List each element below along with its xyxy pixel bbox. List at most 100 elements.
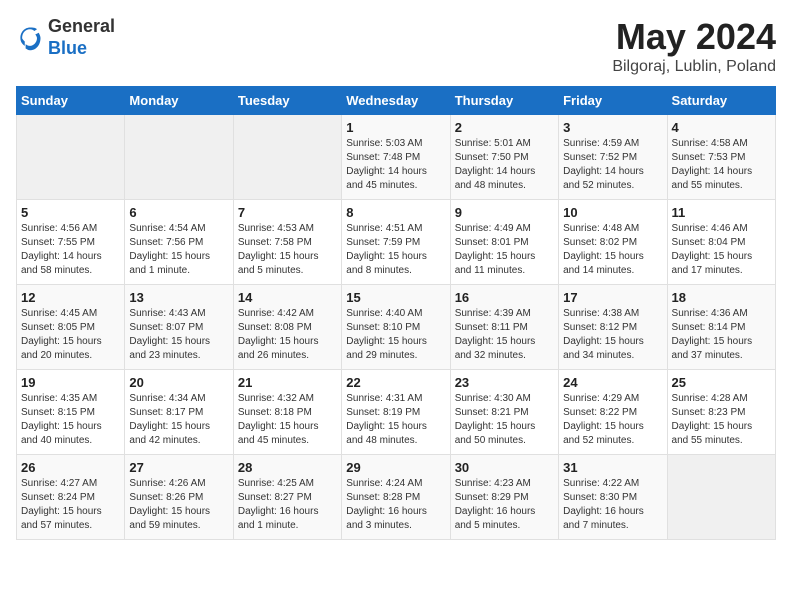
calendar-cell: [233, 115, 341, 200]
calendar-week-row: 12 Sunrise: 4:45 AM Sunset: 8:05 PM Dayli…: [17, 285, 776, 370]
logo-general: General: [48, 16, 115, 36]
day-number: 9: [455, 205, 554, 220]
calendar-cell: 18 Sunrise: 4:36 AM Sunset: 8:14 PM Dayli…: [667, 285, 775, 370]
calendar-cell: 15Sunrise: 4:40 AM Sunset: 8:10 PM Dayli…: [342, 285, 450, 370]
day-number: 12: [21, 290, 120, 305]
calendar-cell: 4Sunrise: 4:58 AM Sunset: 7:53 PM Daylig…: [667, 115, 775, 200]
calendar-week-row: 26Sunrise: 4:27 AM Sunset: 8:24 PM Dayli…: [17, 455, 776, 540]
calendar-cell: 12 Sunrise: 4:45 AM Sunset: 8:05 PM Dayli…: [17, 285, 125, 370]
day-number: 14: [238, 290, 337, 305]
day-number: 19: [21, 375, 120, 390]
calendar-cell: 26Sunrise: 4:27 AM Sunset: 8:24 PM Dayli…: [17, 455, 125, 540]
day-number: 3: [563, 120, 662, 135]
day-info: Sunrise: 4:32 AM Sunset: 8:18 PM Dayligh…: [238, 392, 337, 448]
calendar-cell: 19 Sunrise: 4:35 AM Sunset: 8:15 PM Dayli…: [17, 370, 125, 455]
day-number: 23: [455, 375, 554, 390]
day-number: 28: [238, 460, 337, 475]
day-info: Sunrise: 4:42 AM Sunset: 8:08 PM Dayligh…: [238, 307, 337, 363]
day-number: 7: [238, 205, 337, 220]
calendar-cell: 2Sunrise: 5:01 AM Sunset: 7:50 PM Daylig…: [450, 115, 558, 200]
calendar-cell: 1 Sunrise: 5:03 AM Sunset: 7:48 PM Daylig…: [342, 115, 450, 200]
calendar-week-row: 19 Sunrise: 4:35 AM Sunset: 8:15 PM Dayli…: [17, 370, 776, 455]
day-info: Sunrise: 4:35 AM Sunset: 8:15 PM Dayligh…: [21, 392, 120, 448]
calendar-cell: 29 Sunrise: 4:24 AM Sunset: 8:28 PM Dayli…: [342, 455, 450, 540]
day-info: Sunrise: 4:25 AM Sunset: 8:27 PM Dayligh…: [238, 477, 337, 533]
day-info: Sunrise: 4:30 AM Sunset: 8:21 PM Dayligh…: [455, 392, 554, 448]
calendar-cell: 9 Sunrise: 4:49 AM Sunset: 8:01 PM Daylig…: [450, 200, 558, 285]
calendar-cell: 24Sunrise: 4:29 AM Sunset: 8:22 PM Dayli…: [559, 370, 667, 455]
day-info: Sunrise: 4:22 AM Sunset: 8:30 PM Dayligh…: [563, 477, 662, 533]
day-info: Sunrise: 5:03 AM Sunset: 7:48 PM Dayligh…: [346, 137, 445, 193]
calendar-cell: 16Sunrise: 4:39 AM Sunset: 8:11 PM Dayli…: [450, 285, 558, 370]
day-number: 10: [563, 205, 662, 220]
day-info: Sunrise: 4:58 AM Sunset: 7:53 PM Dayligh…: [672, 137, 771, 193]
weekday-header-friday: Friday: [559, 87, 667, 115]
day-number: 20: [129, 375, 228, 390]
day-number: 5: [21, 205, 120, 220]
day-number: 6: [129, 205, 228, 220]
calendar-week-row: 5 Sunrise: 4:56 AM Sunset: 7:55 PM Daylig…: [17, 200, 776, 285]
weekday-header-monday: Monday: [125, 87, 233, 115]
day-info: Sunrise: 4:23 AM Sunset: 8:29 PM Dayligh…: [455, 477, 554, 533]
day-info: Sunrise: 4:49 AM Sunset: 8:01 PM Dayligh…: [455, 222, 554, 278]
day-number: 11: [672, 205, 771, 220]
calendar-cell: [17, 115, 125, 200]
day-number: 30: [455, 460, 554, 475]
calendar-cell: 20Sunrise: 4:34 AM Sunset: 8:17 PM Dayli…: [125, 370, 233, 455]
calendar-cell: 28 Sunrise: 4:25 AM Sunset: 8:27 PM Dayli…: [233, 455, 341, 540]
calendar-cell: 7 Sunrise: 4:53 AM Sunset: 7:58 PM Daylig…: [233, 200, 341, 285]
day-number: 15: [346, 290, 445, 305]
day-info: Sunrise: 4:53 AM Sunset: 7:58 PM Dayligh…: [238, 222, 337, 278]
calendar-week-row: 1 Sunrise: 5:03 AM Sunset: 7:48 PM Daylig…: [17, 115, 776, 200]
calendar-cell: 22Sunrise: 4:31 AM Sunset: 8:19 PM Dayli…: [342, 370, 450, 455]
calendar-cell: 8Sunrise: 4:51 AM Sunset: 7:59 PM Daylig…: [342, 200, 450, 285]
day-number: 24: [563, 375, 662, 390]
calendar-cell: 27Sunrise: 4:26 AM Sunset: 8:26 PM Dayli…: [125, 455, 233, 540]
page-header: General Blue May 2024 Bilgoraj, Lublin, …: [16, 16, 776, 76]
month-title: May 2024: [612, 16, 776, 58]
day-info: Sunrise: 4:24 AM Sunset: 8:28 PM Dayligh…: [346, 477, 445, 533]
day-info: Sunrise: 4:56 AM Sunset: 7:55 PM Dayligh…: [21, 222, 120, 278]
day-info: Sunrise: 4:27 AM Sunset: 8:24 PM Dayligh…: [21, 477, 120, 533]
calendar-cell: 3 Sunrise: 4:59 AM Sunset: 7:52 PM Daylig…: [559, 115, 667, 200]
calendar-cell: [667, 455, 775, 540]
calendar-cell: 25 Sunrise: 4:28 AM Sunset: 8:23 PM Dayli…: [667, 370, 775, 455]
day-number: 17: [563, 290, 662, 305]
day-number: 25: [672, 375, 771, 390]
calendar-cell: 6Sunrise: 4:54 AM Sunset: 7:56 PM Daylig…: [125, 200, 233, 285]
calendar-cell: 23 Sunrise: 4:30 AM Sunset: 8:21 PM Dayli…: [450, 370, 558, 455]
day-info: Sunrise: 4:38 AM Sunset: 8:12 PM Dayligh…: [563, 307, 662, 363]
calendar-table: SundayMondayTuesdayWednesdayThursdayFrid…: [16, 86, 776, 540]
logo-blue: Blue: [48, 38, 87, 58]
day-number: 31: [563, 460, 662, 475]
day-number: 13: [129, 290, 228, 305]
calendar-cell: 30 Sunrise: 4:23 AM Sunset: 8:29 PM Dayli…: [450, 455, 558, 540]
day-info: Sunrise: 4:59 AM Sunset: 7:52 PM Dayligh…: [563, 137, 662, 193]
day-number: 21: [238, 375, 337, 390]
weekday-header-thursday: Thursday: [450, 87, 558, 115]
day-info: Sunrise: 4:46 AM Sunset: 8:04 PM Dayligh…: [672, 222, 771, 278]
calendar-cell: 31 Sunrise: 4:22 AM Sunset: 8:30 PM Dayli…: [559, 455, 667, 540]
day-number: 27: [129, 460, 228, 475]
day-number: 29: [346, 460, 445, 475]
calendar-cell: 14 Sunrise: 4:42 AM Sunset: 8:08 PM Dayli…: [233, 285, 341, 370]
logo: General Blue: [16, 16, 115, 59]
day-number: 1: [346, 120, 445, 135]
logo-icon: [16, 24, 44, 52]
day-info: Sunrise: 4:28 AM Sunset: 8:23 PM Dayligh…: [672, 392, 771, 448]
day-info: Sunrise: 4:39 AM Sunset: 8:11 PM Dayligh…: [455, 307, 554, 363]
weekday-header-row: SundayMondayTuesdayWednesdayThursdayFrid…: [17, 87, 776, 115]
day-info: Sunrise: 4:31 AM Sunset: 8:19 PM Dayligh…: [346, 392, 445, 448]
day-number: 18: [672, 290, 771, 305]
calendar-cell: 5 Sunrise: 4:56 AM Sunset: 7:55 PM Daylig…: [17, 200, 125, 285]
location-title: Bilgoraj, Lublin, Poland: [612, 58, 776, 76]
title-area: May 2024 Bilgoraj, Lublin, Poland: [612, 16, 776, 76]
calendar-cell: [125, 115, 233, 200]
weekday-header-sunday: Sunday: [17, 87, 125, 115]
weekday-header-wednesday: Wednesday: [342, 87, 450, 115]
day-number: 8: [346, 205, 445, 220]
calendar-cell: 11 Sunrise: 4:46 AM Sunset: 8:04 PM Dayli…: [667, 200, 775, 285]
day-info: Sunrise: 4:36 AM Sunset: 8:14 PM Dayligh…: [672, 307, 771, 363]
calendar-cell: 13Sunrise: 4:43 AM Sunset: 8:07 PM Dayli…: [125, 285, 233, 370]
day-info: Sunrise: 4:45 AM Sunset: 8:05 PM Dayligh…: [21, 307, 120, 363]
